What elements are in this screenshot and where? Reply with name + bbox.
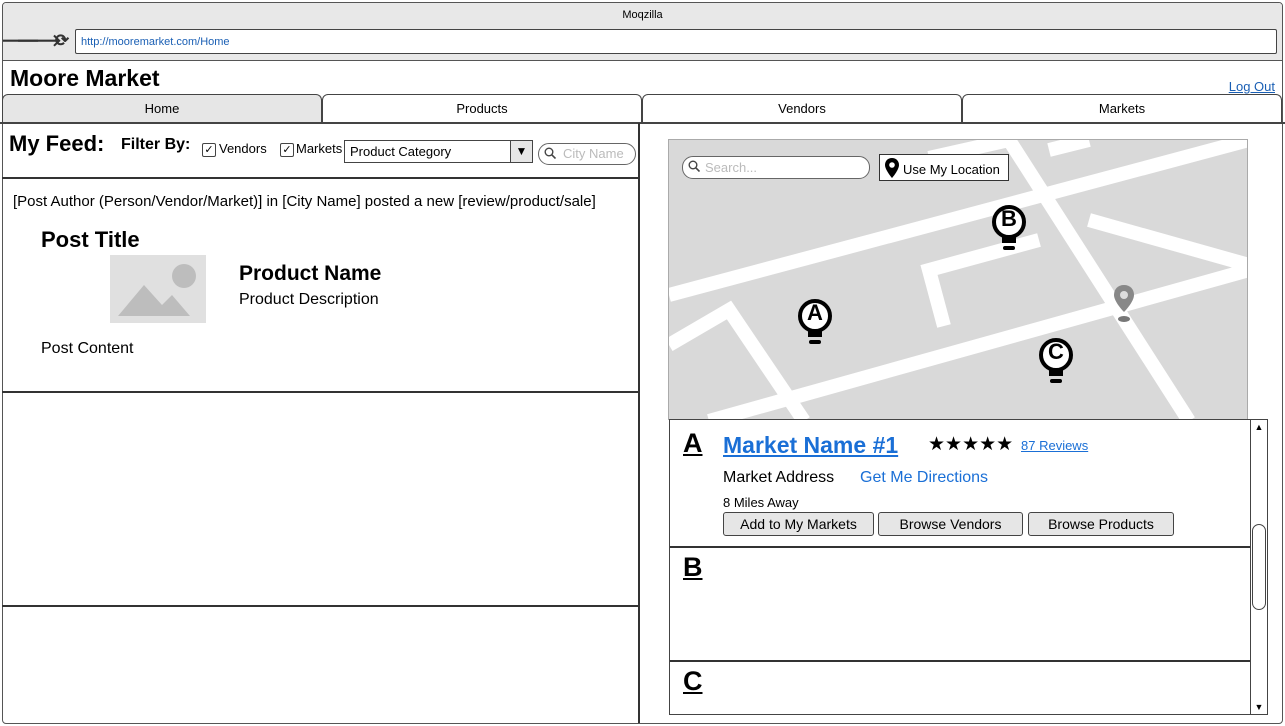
tabs-divider: [0, 122, 1285, 124]
add-to-my-markets-button[interactable]: Add to My Markets: [723, 512, 874, 536]
map-streets: [669, 140, 1247, 419]
map-search-placeholder: Search...: [705, 160, 758, 175]
result-letter: A: [683, 428, 703, 458]
market-name-link[interactable]: Market Name #1: [723, 432, 898, 459]
current-location-pin-icon: [1114, 285, 1134, 322]
result-letter: B: [683, 552, 703, 582]
feed-title: My Feed:: [9, 131, 105, 156]
markets-checkbox-label: Markets: [296, 141, 343, 156]
market-address: Market Address: [723, 469, 835, 486]
browse-vendors-button[interactable]: Browse Vendors: [878, 512, 1023, 536]
product-description: Product Description: [239, 291, 379, 308]
city-search-input[interactable]: City Name: [538, 143, 636, 165]
marker-label: B: [1001, 206, 1017, 231]
tab-home[interactable]: Home: [2, 94, 322, 123]
use-location-button[interactable]: Use My Location: [879, 154, 1009, 181]
feed-header-divider: [2, 177, 640, 179]
category-select[interactable]: Product Category ▼: [344, 140, 533, 163]
logout-link[interactable]: Log Out: [1229, 79, 1275, 94]
location-pin-icon: [885, 158, 899, 178]
forward-arrow-icon[interactable]: 🡒: [16, 31, 62, 50]
post-title: Post Title: [41, 227, 140, 252]
tab-markets[interactable]: Markets: [962, 94, 1282, 123]
feed-item-divider: [2, 605, 640, 607]
rating-stars: ★★★★★: [928, 434, 1014, 455]
tab-products[interactable]: Products: [322, 94, 642, 123]
chevron-down-icon[interactable]: ▼: [510, 141, 532, 162]
use-location-label: Use My Location: [903, 162, 1000, 177]
window-title: Moqzilla: [622, 9, 663, 21]
vendors-checkbox[interactable]: ✓: [202, 143, 216, 157]
result-divider: [670, 660, 1251, 662]
directions-link[interactable]: Get Me Directions: [860, 469, 988, 487]
map-search-input[interactable]: Search...: [682, 156, 870, 179]
map-view[interactable]: A B C: [668, 139, 1248, 420]
filter-label: Filter By:: [121, 136, 191, 153]
city-search-placeholder: City Name: [563, 146, 624, 161]
search-icon: [544, 147, 556, 159]
product-name: Product Name: [239, 262, 382, 285]
category-select-value: Product Category: [350, 144, 452, 159]
marker-label: A: [807, 300, 823, 325]
post-meta: [Post Author (Person/Vendor/Market)] in …: [13, 193, 596, 210]
reload-icon[interactable]: ⟳: [53, 31, 71, 50]
app-title: Moore Market: [10, 65, 160, 91]
reviews-link[interactable]: 87 Reviews: [1021, 438, 1088, 453]
map-marker-c[interactable]: C: [1038, 337, 1074, 389]
browse-products-button[interactable]: Browse Products: [1028, 512, 1174, 536]
image-placeholder-icon: [110, 255, 206, 323]
result-divider: [670, 546, 1251, 548]
browser-chrome: Moqzilla 🡐 🡒 ⟳ http://mooremarket.com/Ho…: [3, 3, 1282, 61]
feed-item-divider: [2, 391, 640, 393]
post-content: Post Content: [41, 340, 134, 357]
scrollbar-thumb[interactable]: [1252, 524, 1266, 610]
panel-divider: [638, 123, 640, 723]
vendors-checkbox-label: Vendors: [219, 141, 267, 156]
market-distance: 8 Miles Away: [723, 495, 799, 510]
scroll-up-arrow-icon[interactable]: ▲: [1253, 422, 1265, 432]
search-icon: [688, 160, 700, 172]
tab-vendors[interactable]: Vendors: [642, 94, 962, 123]
markets-checkbox[interactable]: ✓: [280, 143, 294, 157]
marker-label: C: [1048, 339, 1064, 364]
url-bar[interactable]: http://mooremarket.com/Home: [75, 29, 1277, 54]
results-scrollbar[interactable]: ▲ ▼: [1250, 420, 1267, 714]
map-marker-b[interactable]: B: [991, 204, 1027, 256]
result-letter: C: [683, 666, 703, 696]
scroll-down-arrow-icon[interactable]: ▼: [1253, 702, 1265, 712]
map-marker-a[interactable]: A: [797, 298, 833, 350]
market-results-list: A Market Name #1 ★★★★★ 87 Reviews Market…: [669, 419, 1268, 715]
